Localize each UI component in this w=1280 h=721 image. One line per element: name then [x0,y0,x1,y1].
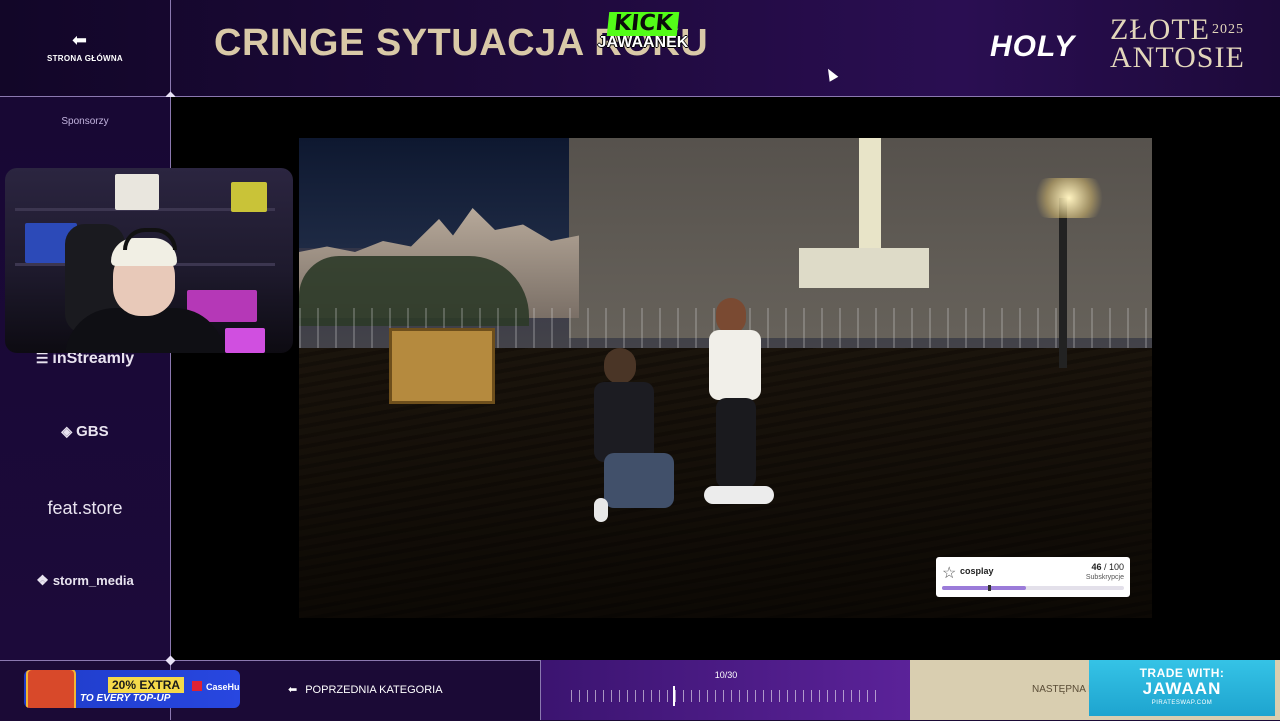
goal-progress-marker [988,585,991,591]
goal-progress-fill [942,586,1026,590]
category-progress-marker [673,686,676,706]
top-bar: ⬅ STRONA GŁÓWNA CRINGE SYTUACJA ROKU KIC… [0,0,1280,97]
divider [170,0,171,96]
sponsor-gbs[interactable]: ◈ GBS [0,423,170,440]
headphones-icon [123,228,177,250]
channel-name: JAWAANEK [597,34,689,51]
sponsors-label: Sponsorzy [61,116,109,127]
treasure-chest-icon [26,670,76,708]
promo-extra: 20% EXTRA [108,677,185,693]
category-progress-text: 10/30 [714,670,738,680]
casehug-logo-icon [192,681,202,691]
holy-logo: HOLY [990,30,1076,63]
sponsor-name: GBS [76,423,109,440]
sponsor-storm-media[interactable]: ❖ storm_media [0,572,170,589]
promo-brand: CaseHug [206,682,240,692]
goal-progress-track [942,585,1124,591]
category-progress-ticks [571,690,881,702]
webcam-light [225,328,265,353]
sponsor-featstore[interactable]: feat.store [0,498,170,519]
storm-icon: ❖ [36,572,49,588]
goal-label: Subskrypcje [1085,574,1124,581]
subscription-goal-widget: ☆ cosplay 46 / 100 Subskrypcje [936,557,1130,597]
pirateswap-trade-banner[interactable]: TRADE WITH: JAWAAN PIRATESWAP.COM [1089,660,1275,716]
goal-current: 46 [1091,562,1102,572]
video-lamp-light [1029,178,1109,218]
goal-count: 46 / 100 [1091,562,1124,572]
webcam-box [231,182,267,212]
video-standing-person [704,298,774,508]
webcam-sign [115,174,159,210]
zlote-antosie-logo: ZŁOTE 2025 ANTOSIE [1110,15,1245,74]
streamer-webcam [5,168,293,353]
trade-line3: PIRATESWAP.COM [1151,700,1213,706]
trade-line2: JAWAAN [1142,679,1222,698]
previous-category-button[interactable]: ⬅ POPRZEDNIA KATEGORIA [288,683,443,696]
back-arrow-icon: ⬅ [72,30,88,50]
previous-category-label: POPRZEDNIA KATEGORIA [305,684,443,696]
category-progress: 10/30 [540,660,911,720]
gbs-icon: ◈ [61,423,73,439]
goal-target: / 100 [1103,562,1124,572]
home-label: STRONA GŁÓWNA [46,54,124,63]
video-piano [389,328,495,404]
sponsor-name: feat.store [47,498,123,518]
arrow-left-icon: ⬅ [288,684,298,696]
home-button[interactable]: ⬅ STRONA GŁÓWNA [0,0,170,96]
video-crane-base [799,248,929,288]
goal-name: cosplay [960,566,994,576]
next-category-label: NASTĘPNA K [1032,684,1095,695]
star-icon: ☆ [942,565,957,582]
trade-line1: TRADE WITH: [1139,666,1225,680]
kick-logo-text: KICK [606,11,680,36]
award-line2: ANTOSIE [1110,41,1245,74]
kick-channel-logo: KICK JAWAANEK [588,11,698,58]
promo-topup: TO EVERY TOP-UP [80,693,171,704]
casehug-promo-banner[interactable]: 20% EXTRA TO EVERY TOP-UP CaseHug [24,670,240,708]
sponsor-name: storm_media [52,573,134,588]
video-lamp-post [1059,198,1067,368]
video-player[interactable] [299,138,1152,618]
video-kneeling-person [594,348,674,523]
mouse-cursor-icon [823,66,839,82]
award-year: 2025 [1211,22,1244,37]
